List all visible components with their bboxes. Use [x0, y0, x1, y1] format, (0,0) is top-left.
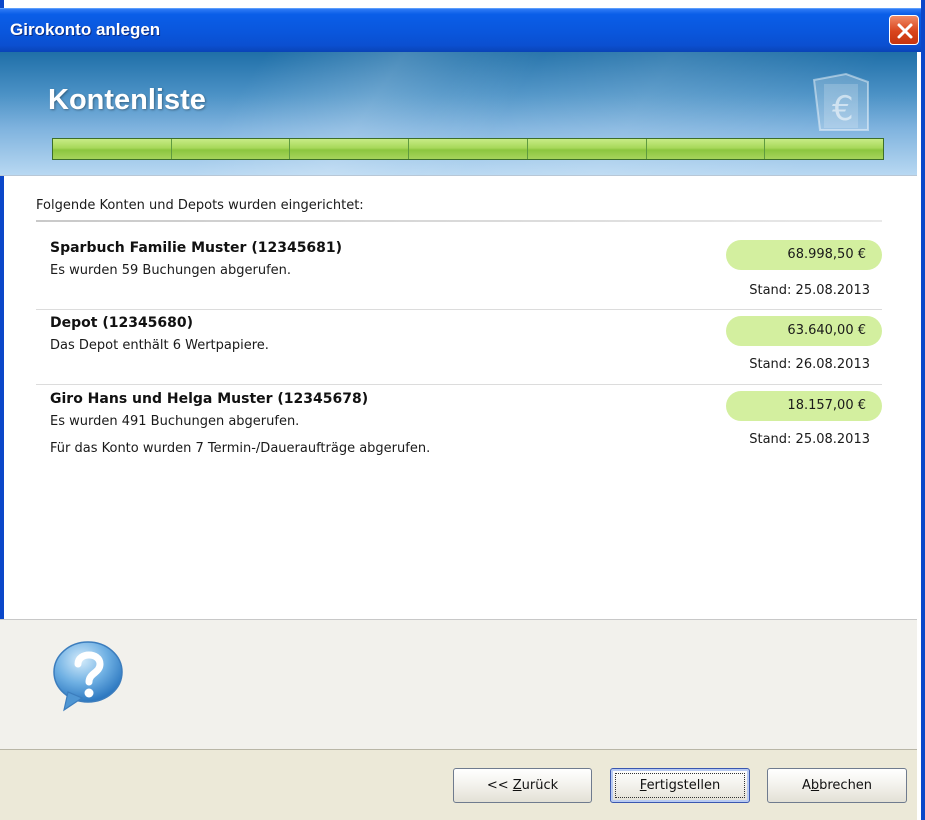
account-info: Für das Konto wurden 7 Termin-/Dauerauft…	[50, 441, 431, 456]
balance-date: Stand: 25.08.2013	[749, 283, 870, 298]
balance-badge: 68.998,50 €	[726, 240, 882, 270]
divider	[36, 220, 882, 222]
balance-badge: 18.157,00 €	[726, 391, 882, 421]
progress-segment	[171, 139, 291, 159]
window-title: Girokonto anlegen	[10, 20, 161, 39]
progress-segment	[290, 139, 410, 159]
euro-document-icon: €	[812, 72, 869, 131]
account-item: Giro Hans und Helga Muster (12345678) Es…	[36, 391, 882, 463]
progress-segment	[53, 139, 172, 159]
account-item: Sparbuch Familie Muster (12345681) Es wu…	[36, 240, 882, 304]
balance-date: Stand: 26.08.2013	[749, 357, 870, 372]
account-item: Depot (12345680) Das Depot enthält 6 Wer…	[36, 315, 882, 379]
back-button-mnemonic: Z	[512, 778, 522, 793]
back-button[interactable]: << Zurück	[453, 768, 592, 803]
page-title: Kontenliste	[48, 84, 206, 116]
close-button[interactable]	[889, 15, 919, 45]
balance-badge: 63.640,00 €	[726, 316, 882, 346]
divider	[36, 309, 882, 310]
balance-date: Stand: 25.08.2013	[749, 432, 870, 447]
intro-text: Folgende Konten und Depots wurden einger…	[36, 198, 364, 213]
divider	[36, 384, 882, 385]
account-name: Depot (12345680)	[50, 315, 194, 331]
progress-segment	[646, 139, 766, 159]
cancel-button-mnemonic: b	[810, 778, 820, 793]
help-panel	[0, 619, 917, 749]
account-info: Es wurden 491 Buchungen abgerufen.	[50, 414, 300, 429]
account-name: Sparbuch Familie Muster (12345681)	[50, 240, 343, 256]
account-info: Das Depot enthält 6 Wertpapiere.	[50, 338, 269, 353]
progress-segment	[765, 139, 884, 159]
account-name: Giro Hans und Helga Muster (12345678)	[50, 391, 369, 407]
account-info: Es wurden 59 Buchungen abgerufen.	[50, 263, 292, 278]
title-bar[interactable]: Girokonto anlegen	[0, 8, 921, 52]
help-question-icon[interactable]	[50, 640, 128, 714]
progress-segment	[527, 139, 647, 159]
cancel-button-label: brechen	[819, 778, 873, 793]
header-banner: Kontenliste €	[0, 52, 917, 175]
progress-segment	[409, 139, 528, 159]
cancel-button-label-pre: A	[801, 778, 811, 793]
cancel-button[interactable]: Abbrechen	[767, 768, 907, 803]
back-button-label-pre: <<	[486, 778, 513, 793]
close-icon	[897, 23, 913, 39]
finish-button[interactable]: Fertigstellen	[610, 768, 750, 803]
back-button-label: urück	[521, 778, 559, 793]
svg-text:€: €	[832, 89, 854, 129]
wizard-progress-bar	[52, 138, 884, 160]
